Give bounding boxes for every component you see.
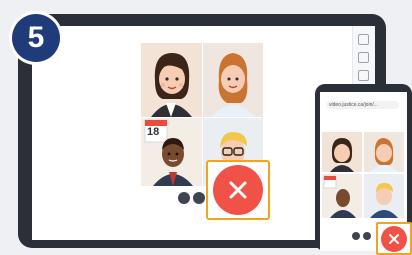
phone-leave-call-highlight [376, 222, 412, 255]
leave-call-button[interactable] [213, 165, 263, 215]
phone-url-bar[interactable]: video.justice.ca/join/... [326, 101, 399, 109]
video-tile-1 [141, 43, 202, 117]
mic-button[interactable] [178, 192, 190, 204]
phone-video-tile-3 [322, 174, 362, 218]
video-tile-3: 18 [141, 118, 202, 186]
people-icon[interactable] [358, 52, 369, 63]
settings-icon[interactable] [358, 70, 369, 81]
phone-video-tile-2 [364, 132, 404, 172]
leave-call-highlight [206, 160, 270, 220]
camera-button[interactable] [193, 192, 205, 204]
phone-video-tile-1 [322, 132, 362, 172]
calendar-day: 18 [147, 126, 160, 138]
chat-icon[interactable] [358, 34, 369, 45]
phone-video-tile-4 [364, 174, 404, 218]
close-icon [389, 233, 399, 244]
phone-mic-button[interactable] [352, 232, 360, 240]
step-badge: 5 [12, 14, 60, 62]
phone-camera-button[interactable] [363, 232, 371, 240]
close-icon [229, 181, 247, 199]
phone-leave-call-button[interactable] [381, 225, 407, 252]
video-tile-2 [203, 43, 263, 117]
